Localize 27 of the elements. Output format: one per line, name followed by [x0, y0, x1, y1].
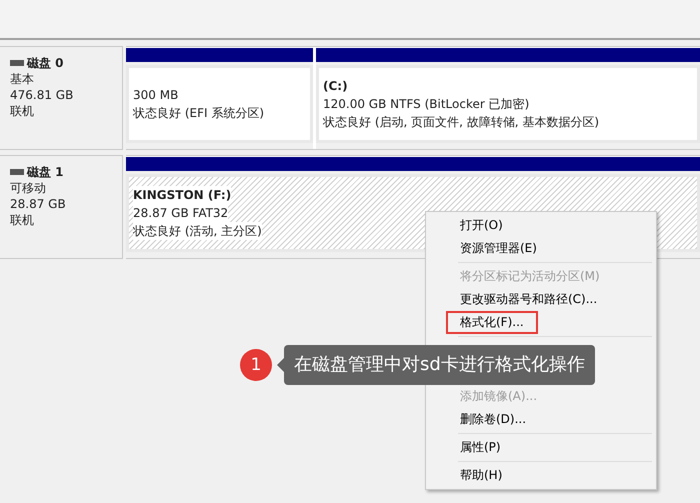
partition-status: 状态良好 (活动, 主分区) [133, 222, 262, 240]
menu-item[interactable]: 帮助(H) [460, 467, 502, 484]
disk-type: 基本 [10, 71, 35, 87]
partition-size: 300 MB [133, 87, 178, 104]
menu-item[interactable]: 删除卷(D)... [460, 411, 526, 428]
partition-status: 状态良好 (启动, 页面文件, 故障转储, 基本数据分区) [323, 114, 600, 131]
disk-type: 可移动 [10, 180, 47, 196]
menu-item[interactable]: 打开(O) [460, 217, 503, 234]
disk-status: 联机 [10, 212, 35, 228]
pointer-icon [277, 358, 284, 372]
disk-size: 28.87 GB [10, 196, 67, 212]
menu-item[interactable]: 格式化(F)... [446, 311, 538, 334]
callout-tooltip: 在磁盘管理中对sd卡进行格式化操作 [284, 345, 595, 385]
partition-block[interactable]: 300 MB 状态良好 (EFI 系统分区) [126, 65, 313, 143]
partition-status: 状态良好 (EFI 系统分区) [133, 105, 264, 122]
menu-item[interactable]: 属性(P) [460, 439, 501, 456]
partition-label: KINGSTON (F:) [133, 186, 232, 204]
disk-status: 联机 [10, 103, 35, 119]
partition-block[interactable]: (C:) 120.00 GB NTFS (BitLocker 已加密) 状态良好 (启动, 页面文件, 故障转储, 基本数据分区) [316, 65, 700, 143]
step-number-badge: 1 [240, 349, 272, 381]
partition-size: 28.87 GB FAT32 [133, 204, 228, 222]
menu-item[interactable]: 更改驱动器号和路径(C)... [460, 291, 598, 308]
partition-size: 120.00 GB NTFS (BitLocker 已加密) [323, 96, 530, 113]
partition-label: (C:) [323, 78, 348, 95]
disk-name: 磁盘 1 [27, 164, 64, 180]
disk-size: 476.81 GB [10, 87, 74, 103]
disk-name: 磁盘 0 [27, 55, 64, 71]
